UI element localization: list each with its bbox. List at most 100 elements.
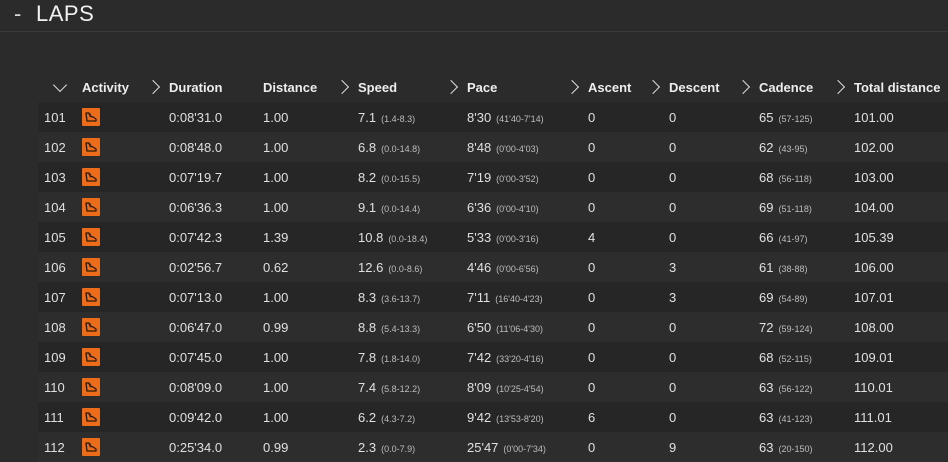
pace-cell: 6'50 (11'06-4'30) xyxy=(467,312,588,342)
total-distance-cell: 110.01 xyxy=(854,372,948,402)
speed-value: 12.6 xyxy=(358,259,384,275)
running-shoe-icon[interactable] xyxy=(82,258,100,276)
distance-cell: 1.00 xyxy=(263,192,358,222)
column-header-total-distance[interactable]: Total distance xyxy=(830,72,948,102)
cadence-range: (38-88) xyxy=(778,263,808,274)
cadence-range: (51-118) xyxy=(778,203,812,214)
total-distance-cell: 109.01 xyxy=(854,342,948,372)
speed-value: 9.1 xyxy=(358,199,377,215)
cadence-cell: 68 (52-115) xyxy=(759,342,854,372)
ascent-cell: 0 xyxy=(588,192,669,222)
running-shoe-icon[interactable] xyxy=(82,228,100,246)
total-distance-cell: 106.00 xyxy=(854,252,948,282)
speed-cell: 6.8 (0.0-14.8) xyxy=(358,132,467,162)
table-row[interactable]: 106 0:02'56.7 0.62 12.6 (0.0-8.6) 4'46 (0'00-6… xyxy=(38,252,948,282)
chevron-right-icon[interactable] xyxy=(830,79,846,95)
chevron-right-icon[interactable] xyxy=(645,79,661,95)
running-shoe-icon[interactable] xyxy=(82,138,100,156)
activity-cell xyxy=(82,162,169,192)
distance-cell: 1.39 xyxy=(263,222,358,252)
pace-value: 6'50 xyxy=(467,319,492,335)
chevron-right-icon[interactable] xyxy=(564,79,580,95)
pace-value: 7'11 xyxy=(467,289,491,305)
ascent-cell: 0 xyxy=(588,162,669,192)
column-header-duration[interactable]: Duration xyxy=(145,72,263,102)
speed-value: 7.4 xyxy=(358,379,377,395)
table-row[interactable]: 103 0:07'19.7 1.00 8.2 (0.0-15.5) 7'19 (0'00-3… xyxy=(38,162,948,192)
descent-cell: 0 xyxy=(669,222,759,252)
distance-cell: 1.00 xyxy=(263,102,358,132)
speed-cell: 12.6 (0.0-8.6) xyxy=(358,252,467,282)
cadence-range: (56-118) xyxy=(778,173,812,184)
speed-value: 8.2 xyxy=(358,169,377,185)
pace-cell: 7'42 (33'20-4'16) xyxy=(467,342,588,372)
descent-cell: 3 xyxy=(669,282,759,312)
pace-value: 8'09 xyxy=(467,379,492,395)
running-shoe-icon[interactable] xyxy=(82,438,100,456)
descent-cell: 0 xyxy=(669,192,759,222)
pace-range: (0'00-7'34) xyxy=(503,443,546,454)
chevron-right-icon[interactable] xyxy=(145,79,161,95)
table-row[interactable]: 102 0:08'48.0 1.00 6.8 (0.0-14.8) 8'48 (0'00-4… xyxy=(38,132,948,162)
table-row[interactable]: 101 0:08'31.0 1.00 7.1 (1.4-8.3) 8'30 (41'40-7… xyxy=(38,102,948,132)
chevron-right-icon[interactable] xyxy=(443,79,459,95)
table-row[interactable]: 110 0:08'09.0 1.00 7.4 (5.8-12.2) 8'09 (10'25-… xyxy=(38,372,948,402)
running-shoe-icon[interactable] xyxy=(82,348,100,366)
speed-range: (0.0-18.4) xyxy=(388,233,428,244)
activity-cell xyxy=(82,282,169,312)
lap-number: 104 xyxy=(38,192,66,222)
activity-cell xyxy=(82,372,169,402)
total-distance-cell: 108.00 xyxy=(854,312,948,342)
distance-cell: 1.00 xyxy=(263,342,358,372)
table-row[interactable]: 112 0:25'34.0 0.99 2.3 (0.0-7.9) 25'47 (0'00-7… xyxy=(38,432,948,462)
table-row[interactable]: 108 0:06'47.0 0.99 8.8 (5.4-13.3) 6'50 (11'06-… xyxy=(38,312,948,342)
running-shoe-icon[interactable] xyxy=(82,378,100,396)
cadence-cell: 62 (43-95) xyxy=(759,132,854,162)
table-row[interactable]: 107 0:07'13.0 1.00 8.3 (3.6-13.7) 7'11 (16'40-… xyxy=(38,282,948,312)
cadence-range: (20-150) xyxy=(778,443,813,454)
running-shoe-icon[interactable] xyxy=(82,288,100,306)
cadence-cell: 63 (56-122) xyxy=(759,372,854,402)
lap-number: 112 xyxy=(38,432,65,462)
expand-all-chevron-icon[interactable] xyxy=(52,77,68,96)
cadence-value: 65 xyxy=(759,109,774,125)
descent-cell: 0 xyxy=(669,162,759,192)
running-shoe-icon[interactable] xyxy=(82,318,100,336)
chevron-right-icon[interactable] xyxy=(735,79,751,95)
lap-number: 108 xyxy=(38,312,66,342)
cadence-cell: 72 (59-124) xyxy=(759,312,854,342)
table-row[interactable]: 105 0:07'42.3 1.39 10.8 (0.0-18.4) 5'33 (0'00-… xyxy=(38,222,948,252)
pace-cell: 7'11 (16'40-4'23) xyxy=(467,282,588,312)
chevron-right-icon[interactable] xyxy=(334,79,350,95)
descent-cell: 0 xyxy=(669,402,759,432)
cadence-value: 66 xyxy=(759,229,774,245)
cadence-range: (57-125) xyxy=(778,113,813,124)
descent-cell: 9 xyxy=(669,432,759,462)
cadence-value: 63 xyxy=(759,439,774,455)
collapse-section-button[interactable]: - xyxy=(14,3,28,25)
pace-cell: 7'19 (0'00-3'52) xyxy=(467,162,588,192)
lap-number: 102 xyxy=(38,132,66,162)
activity-cell xyxy=(82,342,169,372)
ascent-cell: 0 xyxy=(588,132,669,162)
table-row[interactable]: 109 0:07'45.0 1.00 7.8 (1.8-14.0) 7'42 (33'20-… xyxy=(38,342,948,372)
table-row[interactable]: 111 0:09'42.0 1.00 6.2 (4.3-7.2) 9'42 (13'53-8… xyxy=(38,402,948,432)
table-row[interactable]: 104 0:06'36.3 1.00 9.1 (0.0-14.4) 6'36 (0'00-4… xyxy=(38,192,948,222)
total-distance-cell: 111.01 xyxy=(854,402,948,432)
pace-range: (10'25-4'54) xyxy=(496,383,544,394)
pace-value: 4'46 xyxy=(467,259,492,275)
descent-cell: 0 xyxy=(669,132,759,162)
pace-range: (33'20-4'16) xyxy=(496,353,544,364)
total-distance-cell: 104.00 xyxy=(854,192,948,222)
running-shoe-icon[interactable] xyxy=(82,198,100,216)
speed-range: (1.8-14.0) xyxy=(381,353,421,364)
speed-range: (0.0-8.6) xyxy=(388,263,423,274)
pace-range: (0'00-4'10) xyxy=(496,203,539,214)
running-shoe-icon[interactable] xyxy=(82,108,100,126)
speed-cell: 7.4 (5.8-12.2) xyxy=(358,372,467,402)
distance-cell: 1.00 xyxy=(263,162,358,192)
running-shoe-icon[interactable] xyxy=(82,168,100,186)
cadence-value: 72 xyxy=(759,319,774,335)
running-shoe-icon[interactable] xyxy=(82,408,100,426)
duration-cell: 0:08'31.0 xyxy=(169,102,263,132)
